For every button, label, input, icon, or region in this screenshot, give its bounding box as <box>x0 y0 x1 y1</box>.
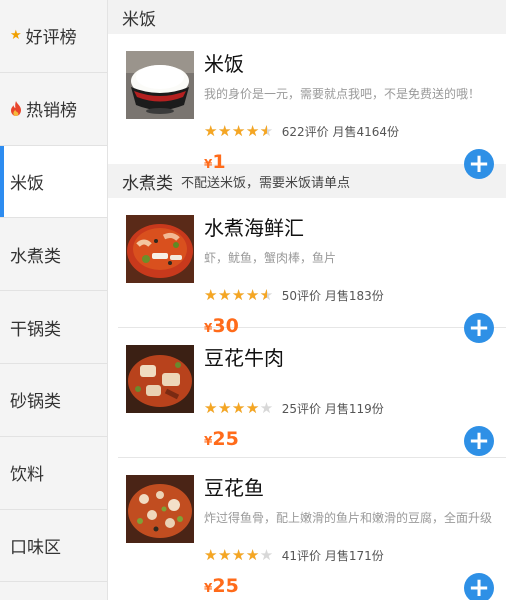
star-rating: ★★★★★ ★★★★★ <box>204 286 274 304</box>
sidebar-item-label: 砂锅类 <box>10 392 61 413</box>
sidebar-item-flavor[interactable]: 口味区 <box>0 510 107 583</box>
price-value: 25 <box>212 428 239 450</box>
rating-row: ★★★★★ ★★★★★ 25评价 月售119份 <box>204 400 384 417</box>
rating-row: ★★★★★ ★★★★★ 622评价 月售4164份 <box>204 123 399 140</box>
app-root: ★ 好评榜 热销榜 米饭 水煮类 干锅类 砂锅类 饮料 口味区 米饭 米饭 我的… <box>0 0 506 600</box>
sidebar-item-label: 口味区 <box>10 537 61 558</box>
dish-description: 炸过得鱼骨，配上嫩滑的鱼片和嫩滑的豆腐，全面升级 <box>204 511 493 525</box>
plus-icon: + <box>468 573 490 600</box>
sidebar-item-label: 干锅类 <box>10 319 61 340</box>
sidebar-item-boiled[interactable]: 水煮类 <box>0 218 107 292</box>
sidebar-item-dry-pot[interactable]: 干锅类 <box>0 291 107 364</box>
menu-item[interactable]: 米饭 我的身价是一元，需要就点我吧，不是免费送的哦！ ★★★★★ ★★★★★ 6… <box>118 34 506 179</box>
dish-description: 我的身价是一元，需要就点我吧，不是免费送的哦！ <box>204 87 481 101</box>
star-icon: ★ <box>10 28 22 44</box>
menu-list: 米饭 米饭 我的身价是一元，需要就点我吧，不是免费送的哦！ ★★★★★ ★★★★… <box>108 0 506 600</box>
section-header: 水煮类 不配送米饭，需要米饭请单点 <box>108 164 506 198</box>
star-rating: ★★★★★ ★★★★★ <box>204 399 274 417</box>
sidebar-item-label: 水煮类 <box>10 246 61 267</box>
plus-icon: + <box>468 149 490 179</box>
review-count: 622评价 月售4164份 <box>281 125 400 139</box>
review-count: 25评价 月售119份 <box>281 402 384 416</box>
rice-bowl-image <box>126 51 194 119</box>
review-count: 41评价 月售171份 <box>281 549 384 563</box>
menu-item[interactable]: 豆花牛肉 ★★★★★ ★★★★★ 25评价 月售119份 ¥25 + <box>118 328 506 458</box>
dish-name: 米饭 <box>204 52 244 76</box>
sidebar-item-label: 饮料 <box>10 465 44 486</box>
dish-price: ¥25 <box>204 575 239 597</box>
sidebar-item-clay-pot[interactable]: 砂锅类 <box>0 364 107 437</box>
seafood-stew-image <box>126 215 194 283</box>
tofu-fish-image <box>126 475 194 543</box>
flame-icon <box>11 101 21 117</box>
dish-name: 水煮海鲜汇 <box>204 216 304 240</box>
dish-name: 豆花鱼 <box>204 476 264 500</box>
sidebar-item-label: 热销榜 <box>26 101 77 122</box>
section-title: 米饭 <box>122 9 156 30</box>
star-rating: ★★★★★ ★★★★★ <box>204 122 274 140</box>
menu-item[interactable]: 豆花鱼 炸过得鱼骨，配上嫩滑的鱼片和嫩滑的豆腐，全面升级 ★★★★★ ★★★★★… <box>118 458 506 600</box>
add-to-cart-button[interactable]: + <box>464 149 494 179</box>
sidebar-item-label: 米饭 <box>10 173 44 194</box>
sidebar-item-rice[interactable]: 米饭 <box>0 145 107 219</box>
section-note: 不配送米饭，需要米饭请单点 <box>181 175 351 191</box>
rating-row: ★★★★★ ★★★★★ 50评价 月售183份 <box>204 287 384 304</box>
price-value: 1 <box>212 151 226 173</box>
dish-price: ¥25 <box>204 428 239 450</box>
category-sidebar: ★ 好评榜 热销榜 米饭 水煮类 干锅类 砂锅类 饮料 口味区 <box>0 0 108 600</box>
sidebar-item-drinks[interactable]: 饮料 <box>0 437 107 510</box>
dish-price: ¥1 <box>204 151 226 173</box>
menu-item[interactable]: 水煮海鲜汇 虾，鱿鱼，蟹肉棒，鱼片 ★★★★★ ★★★★★ 50评价 月售183… <box>118 198 506 343</box>
plus-icon: + <box>468 426 490 456</box>
sidebar-item-top-rated[interactable]: ★ 好评榜 <box>0 0 107 73</box>
tofu-beef-image <box>126 345 194 413</box>
rating-row: ★★★★★ ★★★★★ 41评价 月售171份 <box>204 547 384 564</box>
sidebar-item-best-sellers[interactable]: 热销榜 <box>0 73 107 146</box>
review-count: 50评价 月售183份 <box>281 289 384 303</box>
section-header: 米饭 <box>108 0 506 34</box>
dish-name: 豆花牛肉 <box>204 346 284 370</box>
dish-description: 虾，鱿鱼，蟹肉棒，鱼片 <box>204 251 337 265</box>
add-to-cart-button[interactable]: + <box>464 573 494 600</box>
section-title: 水煮类 <box>122 173 173 194</box>
star-rating: ★★★★★ ★★★★★ <box>204 546 274 564</box>
sidebar-item-label: 好评榜 <box>25 28 77 49</box>
add-to-cart-button[interactable]: + <box>464 426 494 456</box>
price-value: 25 <box>212 575 239 597</box>
